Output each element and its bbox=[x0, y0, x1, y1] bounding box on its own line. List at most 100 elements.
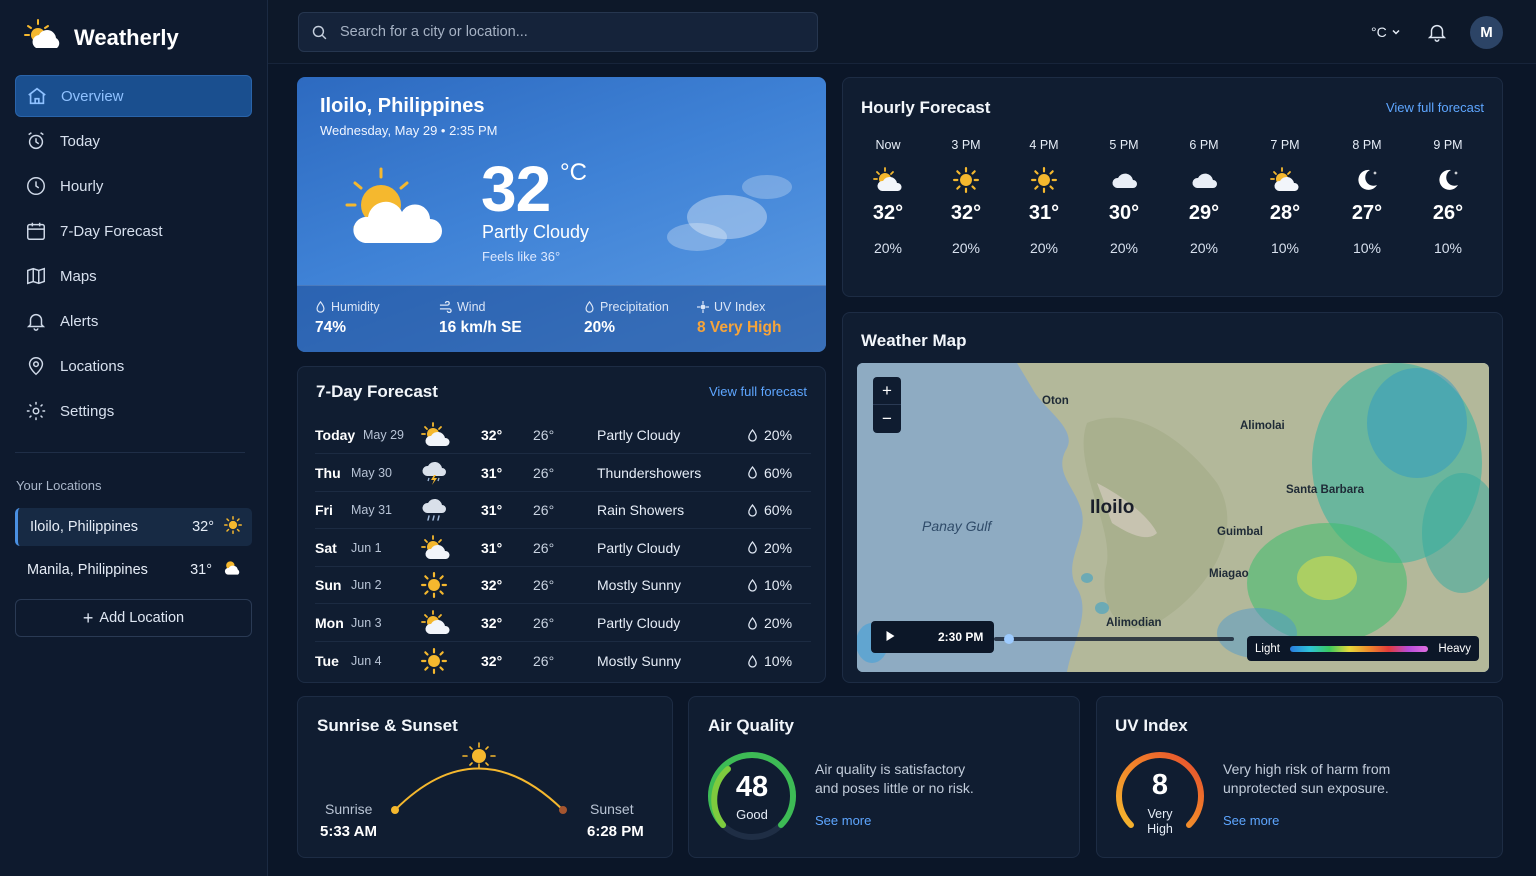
search-input[interactable] bbox=[340, 24, 780, 40]
forecast-high: 32° bbox=[481, 615, 503, 631]
forecast-day: Tue bbox=[315, 653, 339, 670]
hourly-precip: 20% bbox=[951, 240, 981, 256]
precip-value: 60% bbox=[764, 464, 793, 481]
forecast-row[interactable]: Fri May 31 31° 26° Rain Showers 60% bbox=[315, 492, 811, 530]
zoom-in-button[interactable]: + bbox=[873, 377, 901, 405]
hourly-item: 6 PM 29° 20% bbox=[1174, 138, 1234, 256]
search-box[interactable] bbox=[298, 12, 818, 52]
nav-label: Overview bbox=[61, 87, 124, 105]
uv-index-see-more-link[interactable]: See more bbox=[1223, 813, 1279, 828]
map-label-miagao: Miagao bbox=[1209, 568, 1249, 580]
hourly-time: 7 PM bbox=[1270, 138, 1300, 152]
forecast-high: 32° bbox=[481, 653, 503, 670]
desc-line: Air quality is satisfactory bbox=[815, 761, 966, 777]
sunrise-sunset-card: Sunrise & Sunset Sunrise 5:33 AM Sunset … bbox=[297, 696, 673, 858]
sidebar: Weatherly Overview Today Hourly 7-Day Fo… bbox=[0, 0, 268, 876]
hourly-temp: 29° bbox=[1188, 202, 1220, 224]
app-logo[interactable]: Weatherly bbox=[24, 18, 179, 57]
uv-index-card: UV Index 8 Very High Very high risk of h… bbox=[1096, 696, 1503, 858]
forecast-day: Thu bbox=[315, 464, 341, 481]
nav-item-alerts[interactable]: Alerts bbox=[15, 300, 252, 342]
stat-value: 20% bbox=[584, 319, 616, 336]
hourly-precip: 10% bbox=[1270, 240, 1300, 256]
map-timeline-slider[interactable] bbox=[994, 634, 1234, 644]
forecast-precip: 20% bbox=[747, 615, 792, 631]
sunrise-time: 5:33 AM bbox=[320, 823, 377, 840]
location-temp: 31° bbox=[190, 562, 212, 578]
forecast-precip: 10% bbox=[747, 577, 792, 593]
saved-location-iloilo[interactable]: Iloilo, Philippines 32° bbox=[15, 508, 252, 546]
forecast-condition: Mostly Sunny bbox=[597, 577, 682, 594]
partly-cloudy-icon bbox=[421, 610, 481, 636]
timeline-handle[interactable] bbox=[1004, 634, 1014, 644]
forecast-date: Jun 1 bbox=[351, 540, 382, 555]
forecast-row[interactable]: Tue Jun 4 32° 26° Mostly Sunny 10% bbox=[315, 643, 811, 680]
hourly-item: 9 PM 26° 10% bbox=[1418, 138, 1478, 256]
forecast-view-full-link[interactable]: View full forecast bbox=[709, 384, 807, 399]
nav-label: 7-Day Forecast bbox=[60, 222, 163, 240]
stat-wind: Wind 16 km/h SE bbox=[439, 300, 522, 337]
nav-label: Alerts bbox=[60, 312, 99, 330]
chevron-down-icon bbox=[1392, 29, 1400, 35]
forecast-condition: Mostly Sunny bbox=[597, 653, 682, 670]
nav-item-locations[interactable]: Locations bbox=[15, 345, 252, 387]
map-icon bbox=[27, 267, 45, 285]
forecast-row[interactable]: Thu May 30 31° 26° Thundershowers 60% bbox=[315, 455, 811, 492]
forecast-condition: Rain Showers bbox=[597, 502, 685, 519]
add-location-label: Add Location bbox=[99, 610, 185, 626]
cloud-icon bbox=[1174, 160, 1234, 200]
nav-label: Locations bbox=[60, 357, 125, 375]
air-quality-see-more-link[interactable]: See more bbox=[815, 813, 871, 828]
nav-item-overview[interactable]: Overview bbox=[15, 75, 252, 117]
home-icon bbox=[28, 87, 46, 105]
partly-cloudy-icon bbox=[858, 160, 918, 200]
notifications-button[interactable] bbox=[1426, 21, 1448, 48]
air-quality-description: Air quality is satisfactory and poses li… bbox=[815, 760, 974, 798]
alarm-clock-icon bbox=[28, 132, 44, 150]
hourly-precip: 10% bbox=[1352, 240, 1382, 256]
level-line: High bbox=[1147, 822, 1173, 836]
zoom-out-button[interactable]: − bbox=[873, 405, 901, 433]
forecast-precip: 20% bbox=[747, 427, 792, 443]
plus-icon: + bbox=[82, 608, 94, 628]
weather-map[interactable]: Oton Alimolai Iloilo Panay Gulf Santa Ba… bbox=[857, 363, 1489, 672]
hourly-temp: 27° bbox=[1351, 202, 1383, 224]
map-label-oton: Oton bbox=[1042, 395, 1069, 407]
weather-map-title: Weather Map bbox=[861, 331, 967, 350]
user-avatar[interactable]: M bbox=[1470, 16, 1503, 49]
uv-index-level: Very High bbox=[1114, 807, 1206, 837]
forecast-date: Jun 2 bbox=[351, 578, 382, 593]
nav-item-7-day-forecast[interactable]: 7-Day Forecast bbox=[15, 210, 252, 252]
add-location-button[interactable]: + Add Location bbox=[15, 599, 252, 637]
precip-drop-icon bbox=[748, 654, 757, 668]
precip-value: 60% bbox=[764, 502, 793, 519]
nav-label: Maps bbox=[60, 267, 97, 285]
nav-item-maps[interactable]: Maps bbox=[15, 255, 252, 297]
app-name: Weatherly bbox=[74, 24, 179, 50]
legend-heavy-label: Heavy bbox=[1438, 642, 1471, 655]
level-line: Very bbox=[1147, 807, 1173, 821]
saved-location-manila[interactable]: Manila, Philippines 31° bbox=[15, 551, 252, 589]
nav-item-settings[interactable]: Settings bbox=[15, 390, 252, 432]
current-datetime: Wednesday, May 29 • 2:35 PM bbox=[320, 123, 498, 138]
precip-drop-icon bbox=[748, 578, 757, 592]
forecast-row[interactable]: Today May 29 32° 26° Partly Cloudy 20% bbox=[315, 417, 811, 454]
forecast-high: 31° bbox=[481, 502, 503, 519]
partly-cloudy-large-icon bbox=[343, 165, 443, 250]
wind-icon bbox=[439, 301, 452, 313]
forecast-row[interactable]: Mon Jun 3 32° 26° Partly Cloudy 20% bbox=[315, 605, 811, 642]
forecast-row[interactable]: Sat Jun 1 31° 26° Partly Cloudy 20% bbox=[315, 530, 811, 567]
play-icon[interactable] bbox=[885, 630, 896, 645]
nav-item-hourly[interactable]: Hourly bbox=[15, 165, 252, 207]
hourly-view-full-link[interactable]: View full forecast bbox=[1386, 100, 1484, 115]
forecast-low: 26° bbox=[533, 615, 555, 631]
forecast-row[interactable]: Sun Jun 2 32° 26° Mostly Sunny 10% bbox=[315, 567, 811, 605]
forecast-high: 31° bbox=[481, 464, 503, 481]
forecast-day: Fri bbox=[315, 502, 333, 519]
hourly-item: 5 PM 30° 20% bbox=[1094, 138, 1154, 256]
uv-index-title: UV Index bbox=[1115, 716, 1188, 735]
nav-item-today[interactable]: Today bbox=[15, 120, 252, 162]
hourly-temp: 32° bbox=[872, 202, 904, 224]
sun-icon bbox=[936, 160, 996, 200]
unit-selector[interactable]: °C bbox=[1371, 24, 1401, 40]
